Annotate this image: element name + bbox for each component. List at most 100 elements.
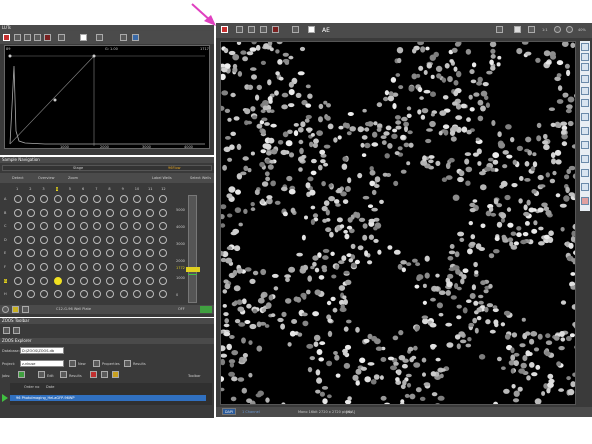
well[interactable] <box>159 290 168 299</box>
well[interactable] <box>66 235 75 244</box>
reset-icon[interactable] <box>34 34 41 41</box>
range-icon[interactable] <box>292 26 299 33</box>
image-icon[interactable] <box>14 34 21 41</box>
well[interactable] <box>159 208 168 217</box>
well[interactable] <box>119 290 128 299</box>
lut-display-icon[interactable] <box>221 26 228 33</box>
well[interactable] <box>119 195 128 203</box>
well[interactable] <box>146 276 154 285</box>
well[interactable] <box>119 276 128 285</box>
well[interactable] <box>66 195 75 203</box>
well[interactable] <box>106 222 115 231</box>
jobs-results-button[interactable]: Results <box>69 374 82 378</box>
reset-icon[interactable] <box>260 26 267 33</box>
well[interactable] <box>14 235 22 244</box>
well[interactable] <box>66 208 75 217</box>
well[interactable] <box>93 235 102 244</box>
well[interactable] <box>132 263 141 271</box>
folder-icon[interactable] <box>112 371 119 378</box>
arrow-icon[interactable] <box>581 127 589 135</box>
well[interactable] <box>66 249 75 258</box>
grid-view-icon[interactable] <box>581 53 589 61</box>
well[interactable] <box>27 263 36 271</box>
tab-detect[interactable]: Detect <box>12 176 24 180</box>
select-wells-toggle[interactable]: Select Wells <box>190 176 211 180</box>
project-select[interactable]: z-nkuse <box>20 360 64 367</box>
well[interactable] <box>146 249 154 258</box>
well[interactable] <box>66 222 75 231</box>
well[interactable] <box>40 290 49 299</box>
well[interactable] <box>119 222 128 231</box>
well[interactable] <box>14 249 22 258</box>
tab-channel[interactable]: 1 Channel <box>242 410 260 414</box>
scale-icon[interactable] <box>581 183 589 191</box>
auto-icon[interactable] <box>80 34 87 41</box>
label-wells-toggle[interactable]: Label Wells <box>152 176 172 180</box>
settings-icon[interactable] <box>96 34 103 41</box>
well[interactable] <box>80 208 88 217</box>
well[interactable] <box>93 249 102 258</box>
edit-button[interactable]: Edit <box>47 374 54 378</box>
move-icon[interactable] <box>22 306 29 313</box>
database-field[interactable]: D:\ZOOS\ZOOS.db <box>20 347 64 354</box>
well[interactable] <box>53 195 62 203</box>
well[interactable] <box>80 195 88 203</box>
well[interactable] <box>27 235 36 244</box>
well[interactable] <box>53 249 62 258</box>
measure-icon[interactable] <box>581 99 589 107</box>
well[interactable] <box>80 276 88 285</box>
well[interactable] <box>93 276 102 285</box>
well[interactable] <box>132 235 141 244</box>
tab-zoom[interactable]: Zoom <box>68 176 78 180</box>
well[interactable] <box>14 290 22 299</box>
well[interactable] <box>66 276 75 285</box>
well[interactable] <box>119 249 128 258</box>
job-row[interactable]: 96 PhotoImaging_HeLaGFP-96WP <box>10 395 206 401</box>
line-icon[interactable] <box>581 113 589 121</box>
play-icon[interactable] <box>2 394 8 402</box>
well[interactable] <box>132 290 141 299</box>
new-icon[interactable] <box>69 360 76 367</box>
fit-icon[interactable] <box>528 26 535 33</box>
overlay-icon[interactable] <box>581 75 589 83</box>
well[interactable] <box>93 222 102 231</box>
results-button[interactable]: Results <box>133 362 146 366</box>
delete-icon[interactable] <box>90 371 97 378</box>
layout-icon[interactable] <box>581 43 589 51</box>
rgb-icon[interactable] <box>581 197 589 205</box>
ratio-label[interactable]: 1:1 <box>542 28 548 32</box>
well[interactable] <box>66 290 75 299</box>
info-icon[interactable] <box>2 306 9 313</box>
well[interactable] <box>80 222 88 231</box>
lut-display-icon[interactable] <box>3 34 10 41</box>
properties-icon[interactable] <box>93 360 100 367</box>
well[interactable] <box>27 276 36 285</box>
well[interactable] <box>159 195 168 203</box>
close-icon[interactable] <box>44 34 51 41</box>
well[interactable] <box>27 290 36 299</box>
zoom-out-icon[interactable] <box>13 327 20 334</box>
well[interactable] <box>146 290 154 299</box>
well[interactable] <box>93 195 102 203</box>
well[interactable] <box>146 208 154 217</box>
well[interactable] <box>146 222 154 231</box>
edit-icon[interactable] <box>38 371 45 378</box>
tab-overview[interactable]: Overview <box>38 176 54 180</box>
well[interactable] <box>53 235 62 244</box>
well[interactable] <box>40 263 49 271</box>
well[interactable] <box>27 208 36 217</box>
add-job-icon[interactable] <box>18 371 25 378</box>
micrograph-image[interactable] <box>220 41 576 405</box>
well[interactable] <box>146 235 154 244</box>
well[interactable] <box>40 276 49 285</box>
zoom-out-icon[interactable] <box>566 26 573 33</box>
copy-icon[interactable] <box>101 371 108 378</box>
well[interactable] <box>106 195 115 203</box>
curve-icon[interactable] <box>24 34 31 41</box>
well[interactable] <box>14 195 22 203</box>
well[interactable] <box>40 208 49 217</box>
well[interactable] <box>27 222 36 231</box>
well[interactable] <box>119 263 128 271</box>
well[interactable] <box>40 249 49 258</box>
well[interactable] <box>132 208 141 217</box>
